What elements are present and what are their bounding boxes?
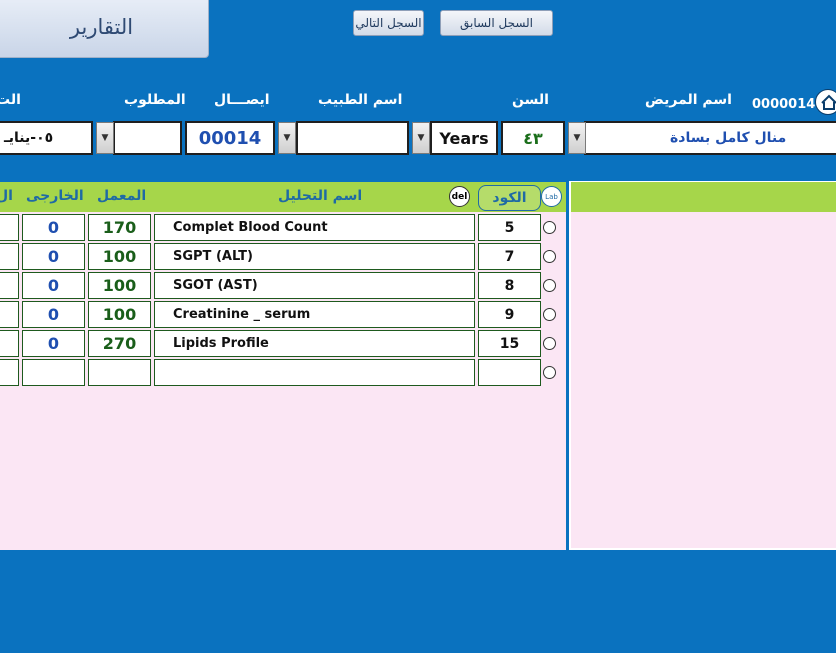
row-code[interactable]: [478, 359, 541, 386]
row-lab-price[interactable]: 270: [88, 330, 151, 357]
row-test-name[interactable]: Creatinine _ serum: [154, 301, 475, 328]
row-partial-cell[interactable]: [0, 330, 19, 357]
partial-column-header: ال: [0, 188, 13, 204]
date-header: الت: [0, 92, 21, 108]
row-select-radio[interactable]: [543, 250, 556, 263]
next-record-button[interactable]: السجل التالي: [353, 10, 424, 36]
row-code[interactable]: 9: [478, 301, 541, 328]
external-price-header: الخارجى: [26, 188, 84, 204]
doctor-dropdown-arrow-icon[interactable]: ▼: [278, 122, 296, 154]
row-external-price[interactable]: 0: [22, 272, 85, 299]
row-external-price[interactable]: 0: [22, 301, 85, 328]
code-header-button[interactable]: الكود: [478, 185, 541, 211]
row-external-price[interactable]: 0: [22, 243, 85, 270]
required-dropdown-arrow-icon[interactable]: ▼: [96, 122, 114, 154]
age-unit-field[interactable]: Years: [430, 121, 498, 155]
doctor-name-header: اسم الطبيب: [318, 92, 403, 108]
row-external-price[interactable]: 0: [22, 214, 85, 241]
age-header: السن: [512, 92, 549, 108]
row-lab-price[interactable]: 100: [88, 272, 151, 299]
next-record-label: السجل التالي: [355, 16, 422, 30]
reports-label: التقارير: [69, 15, 134, 39]
receipt-number-field[interactable]: 00014: [185, 121, 275, 155]
row-select-radio[interactable]: [543, 366, 556, 379]
row-code[interactable]: 5: [478, 214, 541, 241]
row-partial-cell[interactable]: [0, 214, 19, 241]
row-external-price[interactable]: 0: [22, 330, 85, 357]
date-field[interactable]: ٠٥-ينايـ: [0, 121, 93, 155]
row-code[interactable]: 8: [478, 272, 541, 299]
test-name-header: اسم التحليل: [278, 188, 363, 204]
row-partial-cell[interactable]: [0, 359, 19, 386]
row-select-radio[interactable]: [543, 221, 556, 234]
lab-badge-icon[interactable]: Lab: [541, 186, 562, 207]
required-header: المطلوب: [124, 92, 186, 108]
row-lab-price[interactable]: 170: [88, 214, 151, 241]
row-test-name[interactable]: Lipids Profile: [154, 330, 475, 357]
patient-name-field[interactable]: منال كامل بسادة: [584, 121, 836, 155]
row-test-name[interactable]: [154, 359, 475, 386]
row-test-name[interactable]: SGPT (ALT): [154, 243, 475, 270]
lab-price-header: المعمل: [97, 188, 147, 204]
row-lab-price[interactable]: 100: [88, 243, 151, 270]
row-partial-cell[interactable]: [0, 243, 19, 270]
patient-name-header: اسم المريض: [645, 92, 732, 108]
required-field[interactable]: [113, 121, 182, 155]
row-code[interactable]: 7: [478, 243, 541, 270]
doctor-name-field[interactable]: [296, 121, 409, 155]
previous-record-label: السجل السابق: [459, 16, 534, 30]
receipt-header: ايصـــال: [214, 92, 270, 108]
reports-button[interactable]: التقارير: [0, 0, 209, 58]
row-external-price[interactable]: [22, 359, 85, 386]
row-select-radio[interactable]: [543, 337, 556, 350]
previous-record-button[interactable]: السجل السابق: [440, 10, 553, 36]
row-test-name[interactable]: Complet Blood Count: [154, 214, 475, 241]
delete-badge-icon[interactable]: del: [449, 186, 470, 207]
row-lab-price[interactable]: 100: [88, 301, 151, 328]
age-value-field[interactable]: ٤٣: [501, 121, 565, 155]
side-panel: [569, 181, 836, 550]
age-unit-dropdown-arrow-icon[interactable]: ▼: [412, 122, 430, 154]
patient-dropdown-arrow-icon[interactable]: ▼: [568, 122, 586, 154]
row-lab-price[interactable]: [88, 359, 151, 386]
side-panel-header: [571, 182, 836, 212]
row-code[interactable]: 15: [478, 330, 541, 357]
home-icon[interactable]: [815, 89, 836, 115]
row-partial-cell[interactable]: [0, 272, 19, 299]
row-partial-cell[interactable]: [0, 301, 19, 328]
row-select-radio[interactable]: [543, 308, 556, 321]
record-id: 0000014: [752, 97, 816, 112]
row-select-radio[interactable]: [543, 279, 556, 292]
row-test-name[interactable]: SGOT (AST): [154, 272, 475, 299]
